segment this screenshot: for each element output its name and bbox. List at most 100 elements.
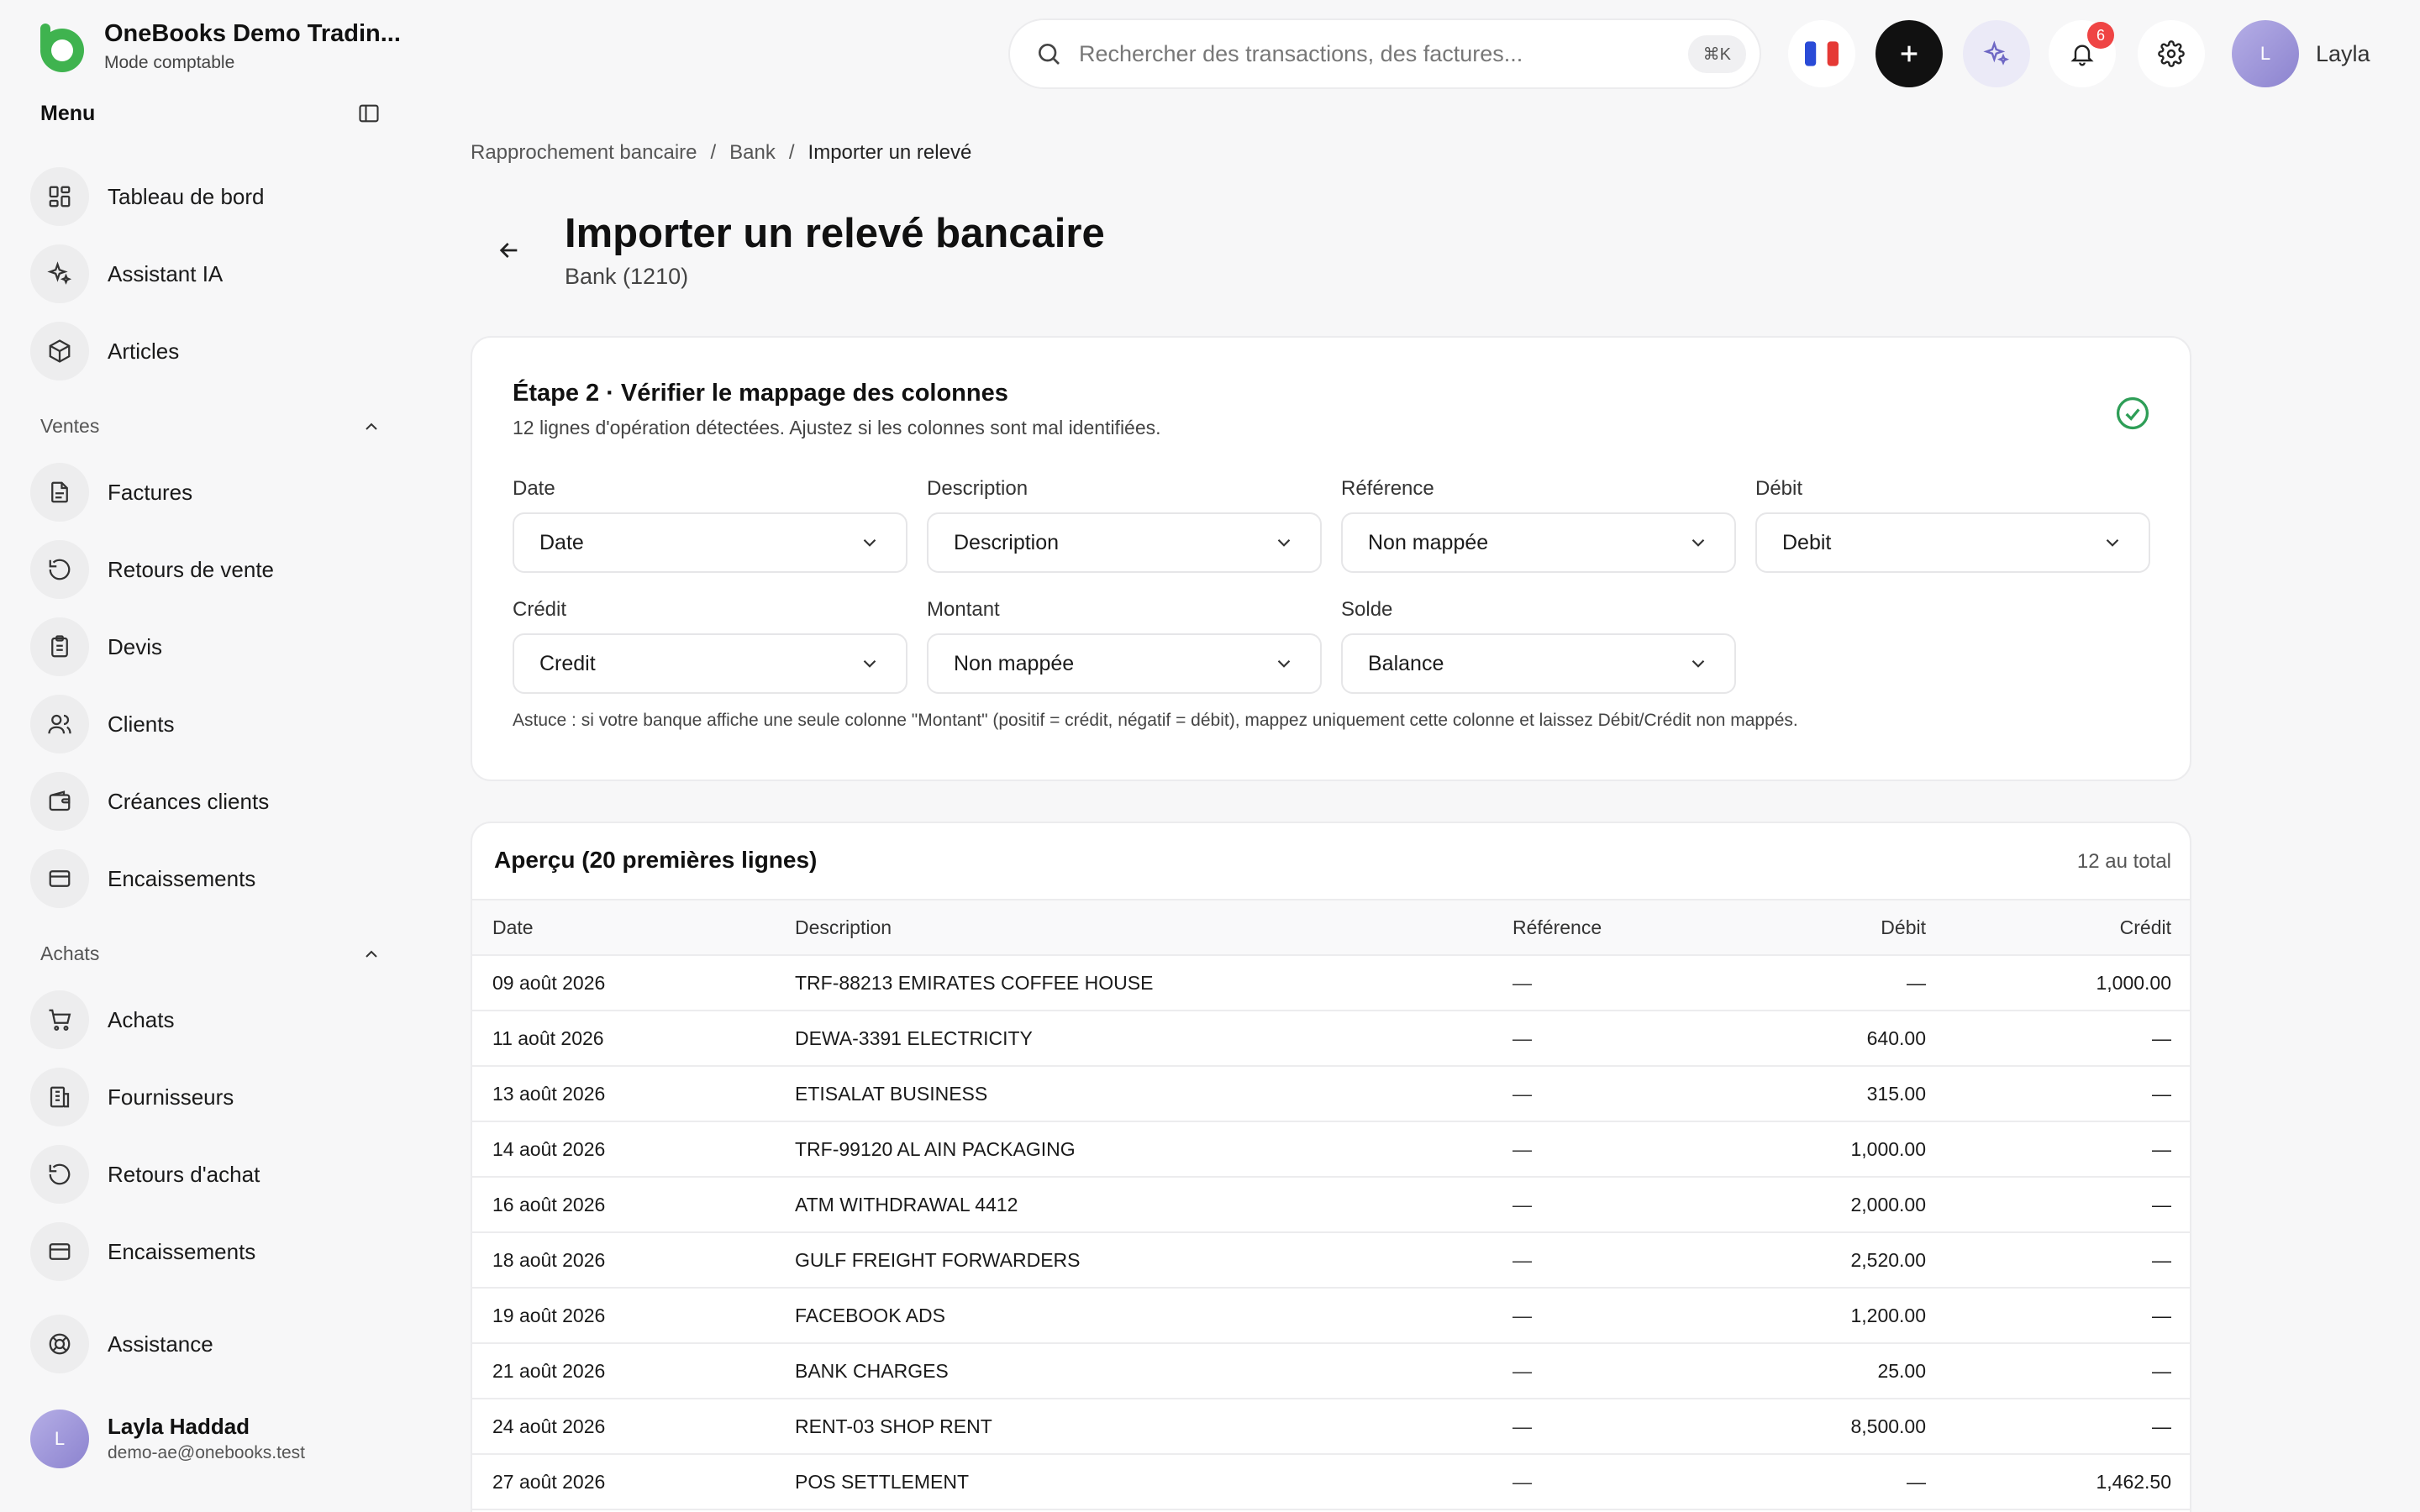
menu-title: Menu bbox=[40, 101, 96, 125]
language-button[interactable] bbox=[1788, 20, 1855, 87]
sidebar-item-label: Clients bbox=[108, 711, 175, 737]
table-row: 27 août 2026 POS SETTLEMENT — —1,462.50 bbox=[472, 1453, 2190, 1509]
breadcrumb-bank[interactable]: Bank bbox=[729, 141, 776, 165]
ai-button[interactable] bbox=[1963, 20, 2030, 87]
sidebar-item-sales-returns[interactable]: Retours de vente bbox=[30, 539, 383, 600]
cell-description: POS SETTLEMENT bbox=[775, 1453, 1492, 1509]
cell-debit: 2,000.00 bbox=[1728, 1176, 1946, 1232]
cell-date: 19 août 2026 bbox=[472, 1287, 775, 1343]
breadcrumb: Rapprochement bancaire / Bank / Importer… bbox=[471, 141, 971, 165]
section-sales[interactable]: Ventes bbox=[40, 415, 381, 438]
cell-reference: — bbox=[1492, 954, 1728, 1011]
brand-mode: Mode comptable bbox=[104, 53, 235, 72]
lifebuoy-icon bbox=[30, 1315, 89, 1373]
dashboard-icon bbox=[30, 167, 89, 226]
balance-select[interactable]: Balance bbox=[1341, 633, 1736, 694]
cell-credit: — bbox=[1946, 1231, 2190, 1288]
debit-select[interactable]: Debit bbox=[1755, 512, 2150, 573]
sidebar-item-support[interactable]: Assistance bbox=[30, 1314, 383, 1374]
sidebar-item-label: Tableau de bord bbox=[108, 183, 265, 209]
sidebar-item-label: Assistant IA bbox=[108, 260, 224, 286]
cell-debit: 8,500.00 bbox=[1728, 1398, 1946, 1454]
sidebar-item-receivables[interactable]: Créances clients bbox=[30, 771, 383, 832]
table-row: 24 août 2026 RENT-03 SHOP RENT —8,500.00— bbox=[472, 1398, 2190, 1454]
shortcut-hint: ⌘K bbox=[1687, 34, 1746, 73]
reference-select[interactable]: Non mappée bbox=[1341, 512, 1736, 573]
select-value: Non mappée bbox=[954, 651, 1075, 675]
chevron-down-icon bbox=[2106, 538, 2119, 547]
sidebar: OneBooks Demo Tradin... Mode comptable M… bbox=[0, 0, 402, 1512]
flag-fr-icon bbox=[1805, 41, 1839, 66]
field-label: Débit bbox=[1755, 477, 1803, 500]
sidebar-item-ai-assistant[interactable]: Assistant IA bbox=[30, 244, 383, 304]
column-header-date: Date bbox=[472, 899, 775, 955]
sidebar-item-purchase-returns[interactable]: Retours d'achat bbox=[30, 1144, 383, 1205]
chevron-down-icon bbox=[1277, 659, 1291, 668]
field-label: Référence bbox=[1341, 477, 1434, 500]
sidebar-user-card[interactable]: L Layla Haddad demo-ae@onebooks.test bbox=[30, 1410, 305, 1468]
credit-select[interactable]: Credit bbox=[513, 633, 908, 694]
select-value: Debit bbox=[1782, 530, 1832, 554]
preview-table: Date Description Référence Débit Crédit … bbox=[472, 899, 2190, 1512]
cell-debit: — bbox=[1728, 1453, 1946, 1509]
cell-description: FACEBOOK ADS bbox=[775, 1287, 1492, 1343]
section-purchases[interactable]: Achats bbox=[40, 942, 381, 965]
credit-field: Crédit Credit bbox=[513, 598, 908, 694]
create-button[interactable] bbox=[1876, 20, 1943, 87]
column-header-description: Description bbox=[775, 899, 1492, 955]
cell-reference: — bbox=[1492, 1287, 1728, 1343]
sidebar-item-dashboard[interactable]: Tableau de bord bbox=[30, 166, 383, 227]
notifications-button[interactable]: 6 bbox=[2049, 20, 2116, 87]
sidebar-toggle-icon[interactable] bbox=[356, 101, 381, 126]
amount-select[interactable]: Non mappée bbox=[927, 633, 1322, 694]
cell-reference: — bbox=[1492, 1342, 1728, 1399]
breadcrumb-bank-reconciliation[interactable]: Rapprochement bancaire bbox=[471, 141, 697, 165]
cell-debit: 1,200.00 bbox=[1728, 1287, 1946, 1343]
avatar: L bbox=[2232, 20, 2299, 87]
date-select[interactable]: Date bbox=[513, 512, 908, 573]
top-user-menu[interactable]: L Layla bbox=[2232, 20, 2370, 87]
cell-credit: — bbox=[1946, 1342, 2190, 1399]
search-placeholder: Rechercher des transactions, des facture… bbox=[1079, 40, 1523, 66]
description-select[interactable]: Description bbox=[927, 512, 1322, 573]
back-button[interactable] bbox=[491, 232, 528, 269]
chevron-down-icon bbox=[1277, 538, 1291, 547]
sparkles-icon bbox=[30, 244, 89, 303]
column-header-credit: Crédit bbox=[1946, 899, 2190, 955]
table-row: 16 août 2026 ATM WITHDRAWAL 4412—2,000.00… bbox=[472, 1176, 2190, 1232]
cell-date: 09 août 2026 bbox=[472, 954, 775, 1011]
section-title: Ventes bbox=[40, 415, 100, 437]
sidebar-item-collections[interactable]: Encaissements bbox=[30, 848, 383, 909]
cell-description: ETISALAT BUSINESS bbox=[775, 1065, 1492, 1121]
cell-date: 11 août 2026 bbox=[472, 1010, 775, 1066]
wallet-icon bbox=[30, 772, 89, 831]
brand-name: OneBooks Demo Tradin... bbox=[104, 20, 401, 47]
sidebar-item-suppliers[interactable]: Fournisseurs bbox=[30, 1067, 383, 1127]
sidebar-item-purchases[interactable]: Achats bbox=[30, 990, 383, 1050]
field-label: Crédit bbox=[513, 598, 567, 621]
table-row: 13 août 2026 ETISALAT BUSINESS —315.00— bbox=[472, 1065, 2190, 1121]
search-input[interactable]: Rechercher des transactions, des facture… bbox=[1008, 18, 1761, 89]
sidebar-item-invoices[interactable]: Factures bbox=[30, 462, 383, 522]
search-icon bbox=[1039, 44, 1060, 65]
debit-field: Débit Debit bbox=[1755, 477, 2150, 573]
sidebar-item-payments[interactable]: Encaissements bbox=[30, 1221, 383, 1282]
preview-title: Aperçu (20 premières lignes) bbox=[494, 847, 818, 873]
gear-icon bbox=[2158, 40, 2185, 67]
brand[interactable]: OneBooks Demo Tradin... Mode comptable bbox=[30, 17, 401, 77]
sidebar-item-quotes[interactable]: Devis bbox=[30, 617, 383, 677]
sidebar-item-label: Retours d'achat bbox=[108, 1161, 260, 1187]
field-label: Montant bbox=[927, 598, 1000, 621]
cell-credit: — bbox=[1946, 1287, 2190, 1343]
table-header-row: Date Description Référence Débit Crédit bbox=[472, 899, 2190, 955]
plus-icon bbox=[1901, 45, 1918, 62]
balance-field: Solde Balance bbox=[1341, 598, 1736, 694]
breadcrumb-current: Importer un relevé bbox=[808, 141, 972, 164]
settings-button[interactable] bbox=[2138, 20, 2205, 87]
invoice-icon bbox=[30, 463, 89, 522]
card-icon bbox=[30, 849, 89, 908]
sidebar-item-articles[interactable]: Articles bbox=[30, 321, 383, 381]
sidebar-item-clients[interactable]: Clients bbox=[30, 694, 383, 754]
cell-debit: — bbox=[1728, 954, 1946, 1011]
cell-description: BANK CHARGES bbox=[775, 1342, 1492, 1399]
